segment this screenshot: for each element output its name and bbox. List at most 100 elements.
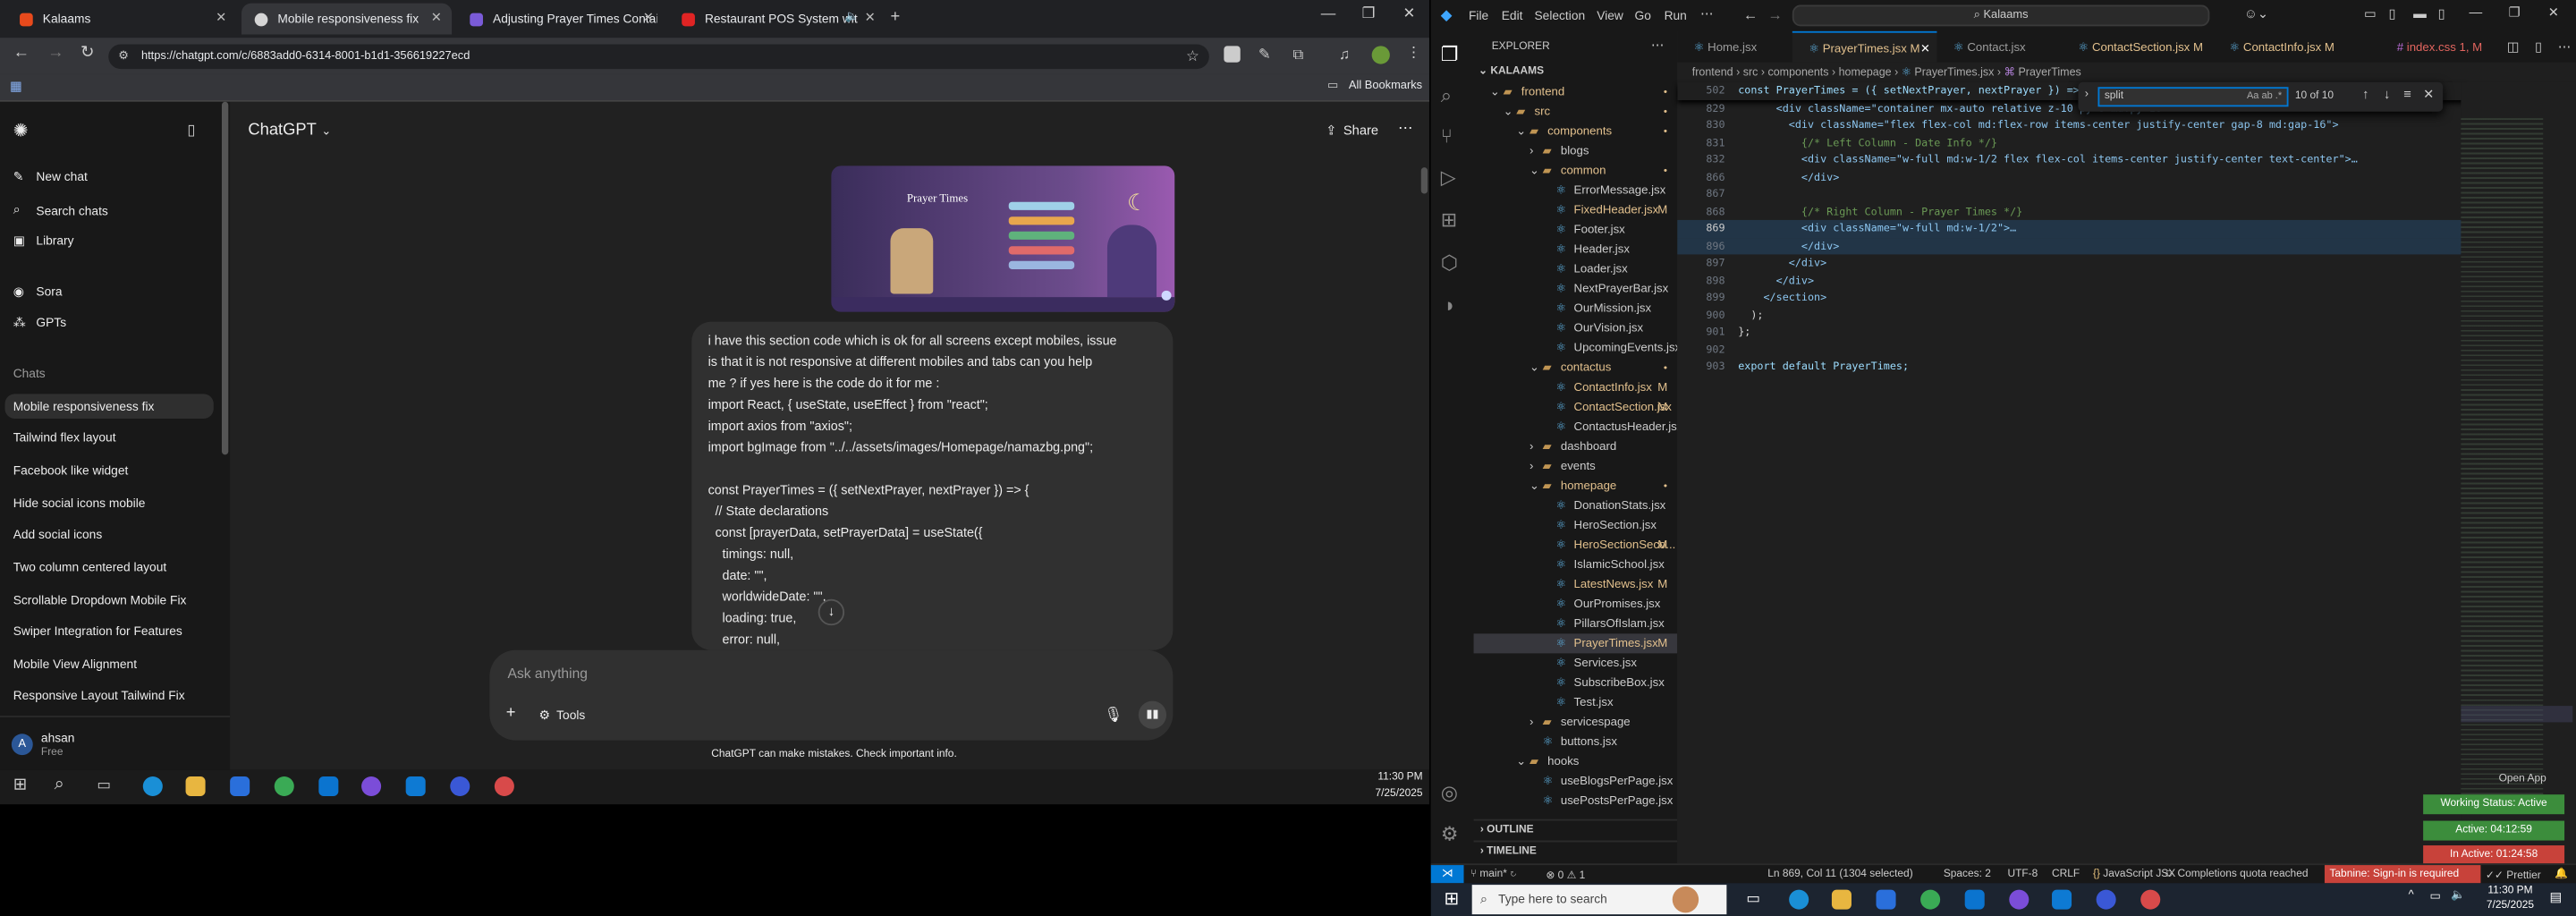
tree-file[interactable]: ⚛ HeroSectionSeco... M [1474, 535, 1678, 555]
mute-icon[interactable]: 🔈 [845, 10, 860, 23]
chat-item[interactable]: Two column centered layout [13, 560, 167, 575]
clock-time[interactable]: 11:30 PM [2476, 885, 2545, 896]
explorer-more-icon[interactable]: ⋯ [1651, 38, 1665, 53]
editor-tab-prayertimes-active[interactable]: ⚛ PrayerTimes.jsx M ✕ [1792, 30, 1937, 64]
openai-logo-icon[interactable]: ✺ [13, 120, 29, 141]
tree-file[interactable]: ⚛ FixedHeader.jsx M [1474, 200, 1678, 220]
nav-back-icon[interactable]: ← [1743, 6, 1758, 22]
store-icon[interactable] [1876, 889, 1896, 910]
chat-item[interactable]: Mobile responsiveness fix [13, 399, 155, 414]
cursor-position[interactable]: Ln 869, Col 11 (1304 selected) [1767, 869, 1912, 880]
new-chat-button[interactable]: ✎ New chat [13, 169, 88, 184]
tree-file[interactable]: ⚛ useBlogsPerPage.jsx [1474, 771, 1678, 791]
accounts-icon[interactable]: ◎ [1441, 782, 1458, 805]
network-icon[interactable]: ▭ [2429, 890, 2440, 903]
menu-go[interactable]: Go [1635, 8, 1651, 23]
menu-run[interactable]: Run [1665, 8, 1687, 23]
back-icon[interactable]: ← [13, 45, 30, 63]
tree-folder[interactable]: ⌄ ▰ contactus ● [1474, 358, 1678, 377]
close-tab-icon[interactable]: ✕ [643, 10, 654, 25]
store-icon[interactable] [230, 776, 250, 797]
tree-folder[interactable]: › ▰ blogs [1474, 141, 1678, 161]
tree-file[interactable]: ⚛ UpcomingEvents.jsx [1474, 338, 1677, 358]
taskbar-search-box[interactable]: ⌕ Type here to search [1471, 885, 1727, 915]
apps-grid-icon[interactable]: ▦ [10, 79, 22, 94]
notification-center-icon[interactable]: ▤ [2550, 890, 2563, 905]
chat-scrollbar[interactable] [1420, 167, 1428, 194]
find-options[interactable]: Aa ab .* [2247, 89, 2282, 105]
source-control-icon[interactable]: ⑂ [1441, 124, 1453, 148]
sidebar-scrollbar[interactable] [221, 101, 229, 455]
browser-tab-1-active[interactable]: Mobile responsiveness fix ✕ [241, 3, 453, 35]
tools-button[interactable]: ⚙ Tools [538, 708, 585, 723]
prompt-input[interactable]: Ask anything [508, 665, 588, 681]
tray-overflow-icon[interactable]: ^ [2409, 890, 2414, 902]
breadcrumb-item[interactable]: PrayerTimes.jsx [1914, 67, 1994, 79]
layout-icon[interactable]: ▭ [2364, 6, 2377, 21]
vscode-icon[interactable] [405, 776, 426, 797]
search-icon[interactable]: ⌕ [1441, 84, 1452, 109]
notifications-icon[interactable]: 🔔 [2555, 867, 2568, 880]
chat-item[interactable]: Hide social icons mobile [13, 496, 146, 511]
browser-tab-0[interactable]: Kalaams ✕ [6, 4, 236, 35]
close-find-icon[interactable]: ✕ [2423, 87, 2434, 102]
editor-tab-contact[interactable]: ⚛ Contact.jsx [1936, 31, 2062, 63]
chat-item[interactable]: Mobile View Alignment [13, 657, 137, 672]
windows-start-icon[interactable]: ⊞ [13, 776, 27, 794]
media-control-icon[interactable]: ♫ [1339, 46, 1350, 62]
close-window-icon[interactable]: ✕ [2548, 5, 2559, 21]
chat-item[interactable]: Swiper Integration for Features [13, 623, 182, 639]
close-tab-icon[interactable]: ✕ [216, 10, 226, 25]
tree-folder[interactable]: › ▰ events [1474, 456, 1678, 476]
breadcrumb-item[interactable]: components [1767, 67, 1828, 79]
maximize-icon[interactable]: ❐ [1362, 5, 1376, 23]
share-button[interactable]: ⇪ Share [1326, 123, 1378, 139]
working-status-badge[interactable]: Working Status: Active [2423, 794, 2565, 815]
nav-forward-icon[interactable]: → [1767, 6, 1783, 22]
tree-file[interactable]: ⚛ ContactSection.jsx M [1474, 397, 1678, 417]
extensions-icon[interactable]: ⊞ [1441, 208, 1457, 232]
close-tab-icon[interactable]: ✕ [431, 10, 442, 25]
minimap-slider[interactable] [2461, 706, 2573, 723]
editor-tab-contactsection[interactable]: ⚛ ContactSection.jsx M [2062, 31, 2213, 63]
windows-start-icon[interactable]: ⊞ [1444, 888, 1459, 910]
tree-file[interactable]: ⚛ OurVision.jsx [1474, 318, 1678, 338]
tree-file[interactable]: ⚛ Footer.jsx [1474, 220, 1678, 240]
tree-file[interactable]: ⚛ ErrorMessage.jsx [1474, 181, 1678, 200]
forward-icon[interactable]: → [47, 45, 64, 63]
tabnine-status[interactable]: Tabnine: Sign-in is required [2324, 865, 2481, 884]
tree-file[interactable]: ⚛ ContactInfo.jsx M [1474, 377, 1678, 397]
search-chats-button[interactable]: ⌕ Search chats [13, 202, 108, 218]
task-view-icon[interactable]: ▭ [1746, 890, 1760, 908]
split-editor-icon[interactable]: ◫ [2507, 39, 2520, 55]
tree-file[interactable]: ⚛ usePostsPerPage.jsx [1474, 792, 1678, 811]
zoom-icon[interactable] [450, 776, 470, 797]
find-in-selection-icon[interactable]: ≡ [2403, 87, 2411, 102]
find-input[interactable]: split Aa ab .* [2097, 87, 2289, 107]
tree-file[interactable]: ⚛ Header.jsx [1474, 240, 1678, 259]
chrome-icon[interactable] [274, 776, 294, 797]
extension-puzzle-icon[interactable]: ⧉ [1292, 46, 1303, 64]
tree-file[interactable]: ⚛ IslamicSchool.jsx [1474, 555, 1678, 574]
editor-tab-home[interactable]: ⚛ Home.jsx [1677, 31, 1792, 63]
tree-file[interactable]: ⚛ HeroSection.jsx [1474, 515, 1678, 535]
git-branch[interactable]: ⑂ main* ↻ [1470, 869, 1517, 880]
tree-folder[interactable]: ⌄ ▰ components ● [1474, 122, 1678, 141]
address-bar[interactable]: ⚙ https://chatgpt.com/c/6883add0-6314-80… [108, 44, 1209, 70]
close-tab-icon[interactable]: ✕ [1920, 33, 1930, 64]
previous-match-icon[interactable]: ↑ [2362, 87, 2368, 102]
chat-item[interactable]: Facebook like widget [13, 462, 129, 478]
toggle-panel-icon[interactable]: ▬ [2413, 6, 2427, 21]
workspace-root[interactable]: ⌄ KALAAMS [1479, 64, 1544, 77]
tree-file[interactable]: ⚛ Services.jsx [1474, 653, 1678, 673]
tree-file[interactable]: ⚛ PillarsOfIslam.jsx [1474, 614, 1678, 633]
tree-file[interactable]: ⚛ LatestNews.jsx M [1474, 574, 1678, 594]
chat-item[interactable]: Tailwind flex layout [13, 430, 116, 445]
tree-file[interactable]: ⚛ DonationStats.jsx [1474, 496, 1678, 515]
voice-mode-icon[interactable]: ▮▮ [1138, 700, 1167, 729]
editor-more-icon[interactable]: ⋯ [2558, 39, 2572, 55]
menu-view[interactable]: View [1597, 8, 1623, 23]
user-profile[interactable]: A ahsan Free [0, 716, 231, 770]
close-window-icon[interactable]: ✕ [1403, 5, 1416, 23]
pen-extension-icon[interactable]: ✎ [1258, 46, 1271, 64]
